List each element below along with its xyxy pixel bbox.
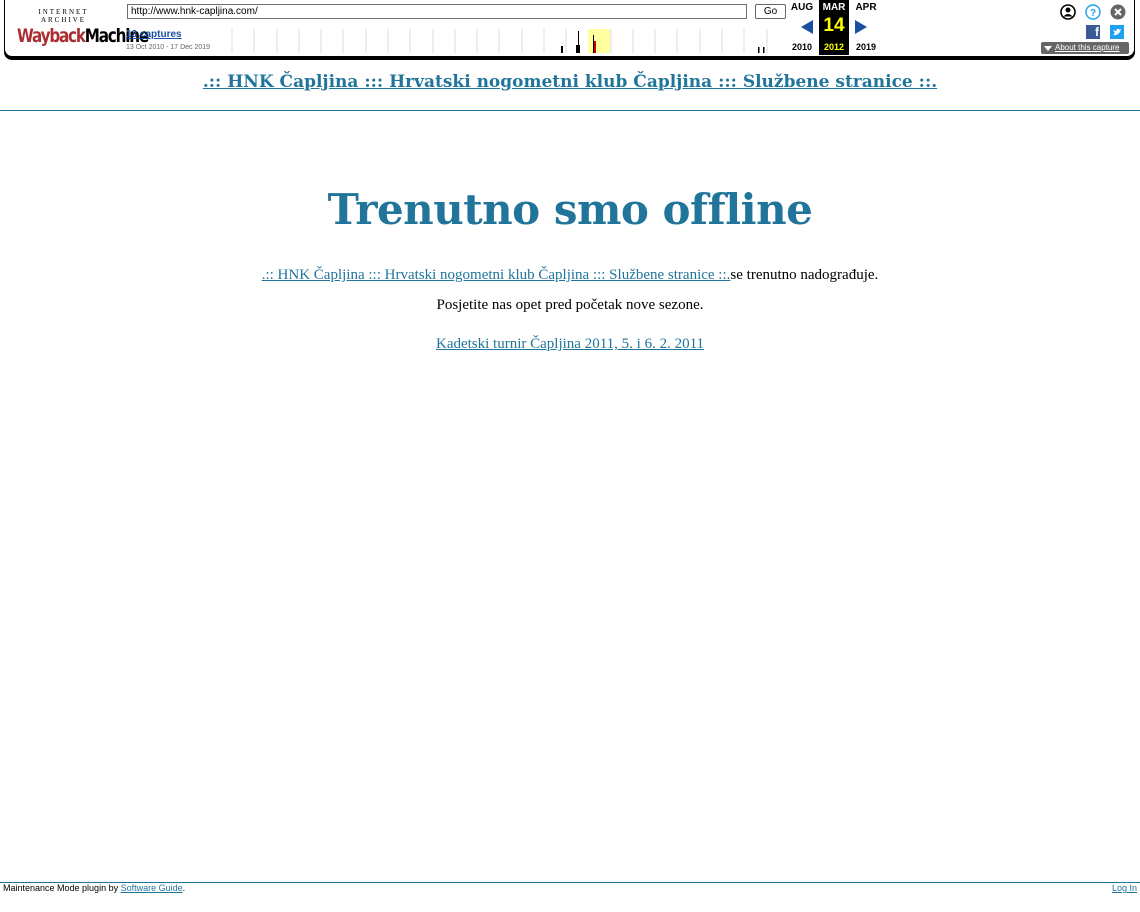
svg-text:?: ? — [1090, 8, 1096, 19]
prev-month[interactable]: AUG — [787, 2, 817, 13]
current-year: 2012 — [823, 42, 845, 52]
next-year[interactable]: 2019 — [851, 42, 881, 52]
header-divider — [0, 110, 1140, 111]
wayback-go-button[interactable]: Go — [755, 4, 786, 19]
tournament-line: Kadetski turnir Čapljina 2011, 5. i 6. 2… — [0, 336, 1140, 353]
wayback-toolbar: INTERNET ARCHIVE WaybackMachine Go 13 ca… — [4, 0, 1135, 57]
visit-again-text: Posjetite nas opet pred početak nove sez… — [436, 297, 704, 313]
prev-year[interactable]: 2010 — [787, 42, 817, 52]
site-title-link[interactable]: .:: HNK Čapljina ::: Hrvatski nogometni … — [203, 72, 937, 92]
captures-range: 13 Oct 2010 - 17 Dec 2019 — [126, 44, 211, 51]
wayback-logo[interactable]: INTERNET ARCHIVE WaybackMachine — [17, 8, 149, 47]
login-link[interactable]: Log In — [1112, 883, 1137, 893]
footer-credit: Maintenance Mode plugin by Software Guid… — [3, 883, 186, 893]
triangle-down-icon — [1044, 45, 1052, 51]
software-guide-link[interactable]: Software Guide — [121, 883, 183, 893]
help-icon[interactable]: ? — [1085, 4, 1101, 20]
close-icon[interactable] — [1110, 4, 1126, 20]
captures-link[interactable]: 13 captures — [126, 29, 182, 40]
logo-wayback-machine: WaybackMachine — [17, 25, 149, 47]
twitter-icon[interactable] — [1110, 25, 1124, 39]
tournament-link[interactable]: Kadetski turnir Čapljina 2011, 5. i 6. 2… — [436, 336, 704, 352]
page-title: Trenutno smo offline — [327, 185, 813, 234]
wayback-url-input[interactable] — [127, 4, 747, 19]
next-arrow-icon[interactable] — [855, 20, 867, 34]
current-month: MAR — [822, 2, 846, 13]
user-circle-icon[interactable] — [1060, 4, 1076, 20]
next-month[interactable]: APR — [851, 2, 881, 13]
current-day: 14 — [823, 15, 845, 36]
site-name-link[interactable]: .:: HNK Čapljina ::: Hrvatski nogometni … — [262, 267, 731, 283]
maintenance-message: .:: HNK Čapljina ::: Hrvatski nogometni … — [0, 267, 1140, 284]
site-header: .:: HNK Čapljina ::: Hrvatski nogometni … — [0, 72, 1140, 92]
facebook-icon[interactable]: f — [1086, 25, 1100, 39]
maintenance-text: se trenutno nadograđuje. — [730, 267, 879, 283]
about-capture-button[interactable]: About this capture — [1041, 42, 1129, 54]
prev-arrow-icon[interactable] — [801, 20, 813, 34]
capture-sparkline[interactable] — [227, 29, 785, 53]
logo-internet-archive: INTERNET ARCHIVE — [38, 8, 89, 24]
